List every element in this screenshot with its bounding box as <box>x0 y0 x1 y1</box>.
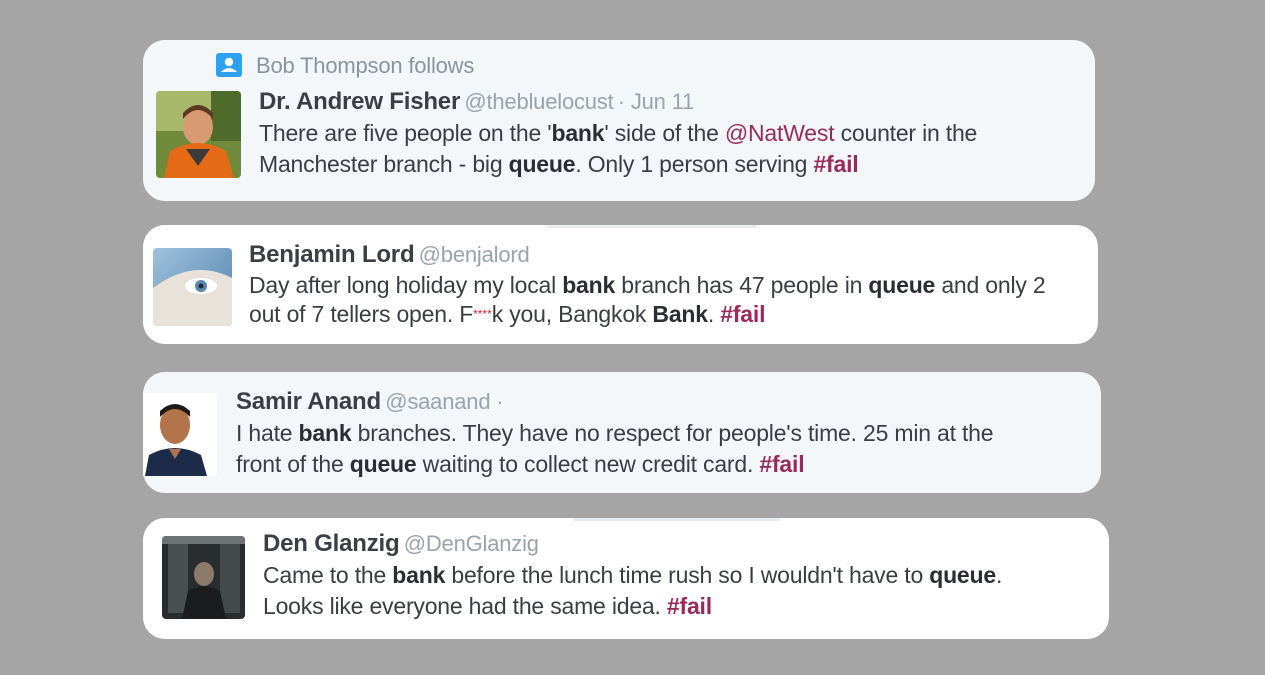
divider <box>547 225 757 228</box>
text-span: front of the <box>236 451 350 477</box>
keyword-queue: queue <box>508 151 576 177</box>
text-span: . <box>995 562 1003 588</box>
text-span: counter in the <box>834 120 978 146</box>
tweet-header: Benjamin Lord @benjalord <box>249 241 530 269</box>
text-span: . Only 1 person serving <box>575 151 814 177</box>
keyword-bank: Bank <box>652 301 708 327</box>
mention-link[interactable]: @NatWest <box>725 120 835 146</box>
user-name[interactable]: Samir Anand <box>236 388 381 415</box>
text-span: ' side of the <box>604 120 725 146</box>
keyword-queue: queue <box>868 272 936 298</box>
social-context-label: Bob Thompson follows <box>256 53 475 78</box>
text-span: Day after long holiday my local <box>249 272 563 298</box>
text-span: waiting to collect new credit card. <box>416 451 760 477</box>
user-handle[interactable]: @benjalord <box>419 242 530 267</box>
hashtag-link[interactable]: #fail <box>720 301 765 327</box>
divider <box>573 518 781 521</box>
avatar[interactable] <box>143 393 217 476</box>
social-context: Bob Thompson follows <box>216 53 474 79</box>
text-span: branch has 47 people in <box>615 272 869 298</box>
user-handle[interactable]: @DenGlanzig <box>404 531 539 556</box>
text-span: before the lunch time rush so I wouldn't… <box>445 562 930 588</box>
tweet-text-line: Day after long holiday my local bank bra… <box>249 270 1046 301</box>
text-span: and only 2 <box>935 272 1046 298</box>
user-handle[interactable]: @thebluelocust <box>464 89 613 114</box>
tweet-header: Samir Anand @saanand · <box>236 388 504 416</box>
text-span: Looks like everyone had the same idea. <box>263 593 667 619</box>
text-span: I hate <box>236 420 299 446</box>
tweet-text-line: I hate bank branches. They have no respe… <box>236 418 994 449</box>
hashtag-link[interactable]: #fail <box>759 451 804 477</box>
hashtag-link[interactable]: #fail <box>813 151 858 177</box>
keyword-queue: queue <box>349 451 417 477</box>
user-name[interactable]: Dr. Andrew Fisher <box>259 88 460 115</box>
avatar[interactable] <box>156 91 241 178</box>
tweet-text-line: out of 7 tellers open. F****k you, Bangk… <box>249 299 765 330</box>
hashtag-link[interactable]: #fail <box>667 593 712 619</box>
keyword-bank: bank <box>562 272 616 298</box>
keyword-bank: bank <box>551 120 605 146</box>
tweet-text-line: Manchester branch - big queue. Only 1 pe… <box>259 149 859 180</box>
tweet-date[interactable]: · Jun 11 <box>618 89 694 114</box>
user-name[interactable]: Den Glanzig <box>263 530 400 557</box>
person-badge-icon <box>216 53 242 77</box>
tweet-header: Den Glanzig @DenGlanzig <box>263 530 539 558</box>
avatar[interactable] <box>153 248 232 326</box>
text-span: out of 7 tellers open. F <box>249 301 474 327</box>
user-name[interactable]: Benjamin Lord <box>249 241 415 268</box>
tweet-header: Dr. Andrew Fisher @thebluelocust · Jun 1… <box>259 88 694 116</box>
tweet-text-line: There are five people on the 'bank' side… <box>259 118 977 149</box>
censor-stars: **** <box>473 307 492 321</box>
text-span: There are five people on the ' <box>259 120 552 146</box>
user-handle[interactable]: @saanand · <box>385 389 503 414</box>
avatar[interactable] <box>162 536 245 619</box>
text-span: Manchester branch - big <box>259 151 509 177</box>
tweet-text-line: Came to the bank before the lunch time r… <box>263 560 1002 591</box>
text-span: branches. They have no respect for peopl… <box>351 420 994 446</box>
keyword-bank: bank <box>392 562 446 588</box>
keyword-bank: bank <box>298 420 352 446</box>
text-span: k you, Bangkok <box>491 301 653 327</box>
tweet-text-line: Looks like everyone had the same idea. #… <box>263 591 712 622</box>
tweet-text-line: front of the queue waiting to collect ne… <box>236 449 805 480</box>
text-span: . <box>707 301 721 327</box>
text-span: Came to the <box>263 562 393 588</box>
keyword-queue: queue <box>929 562 996 588</box>
